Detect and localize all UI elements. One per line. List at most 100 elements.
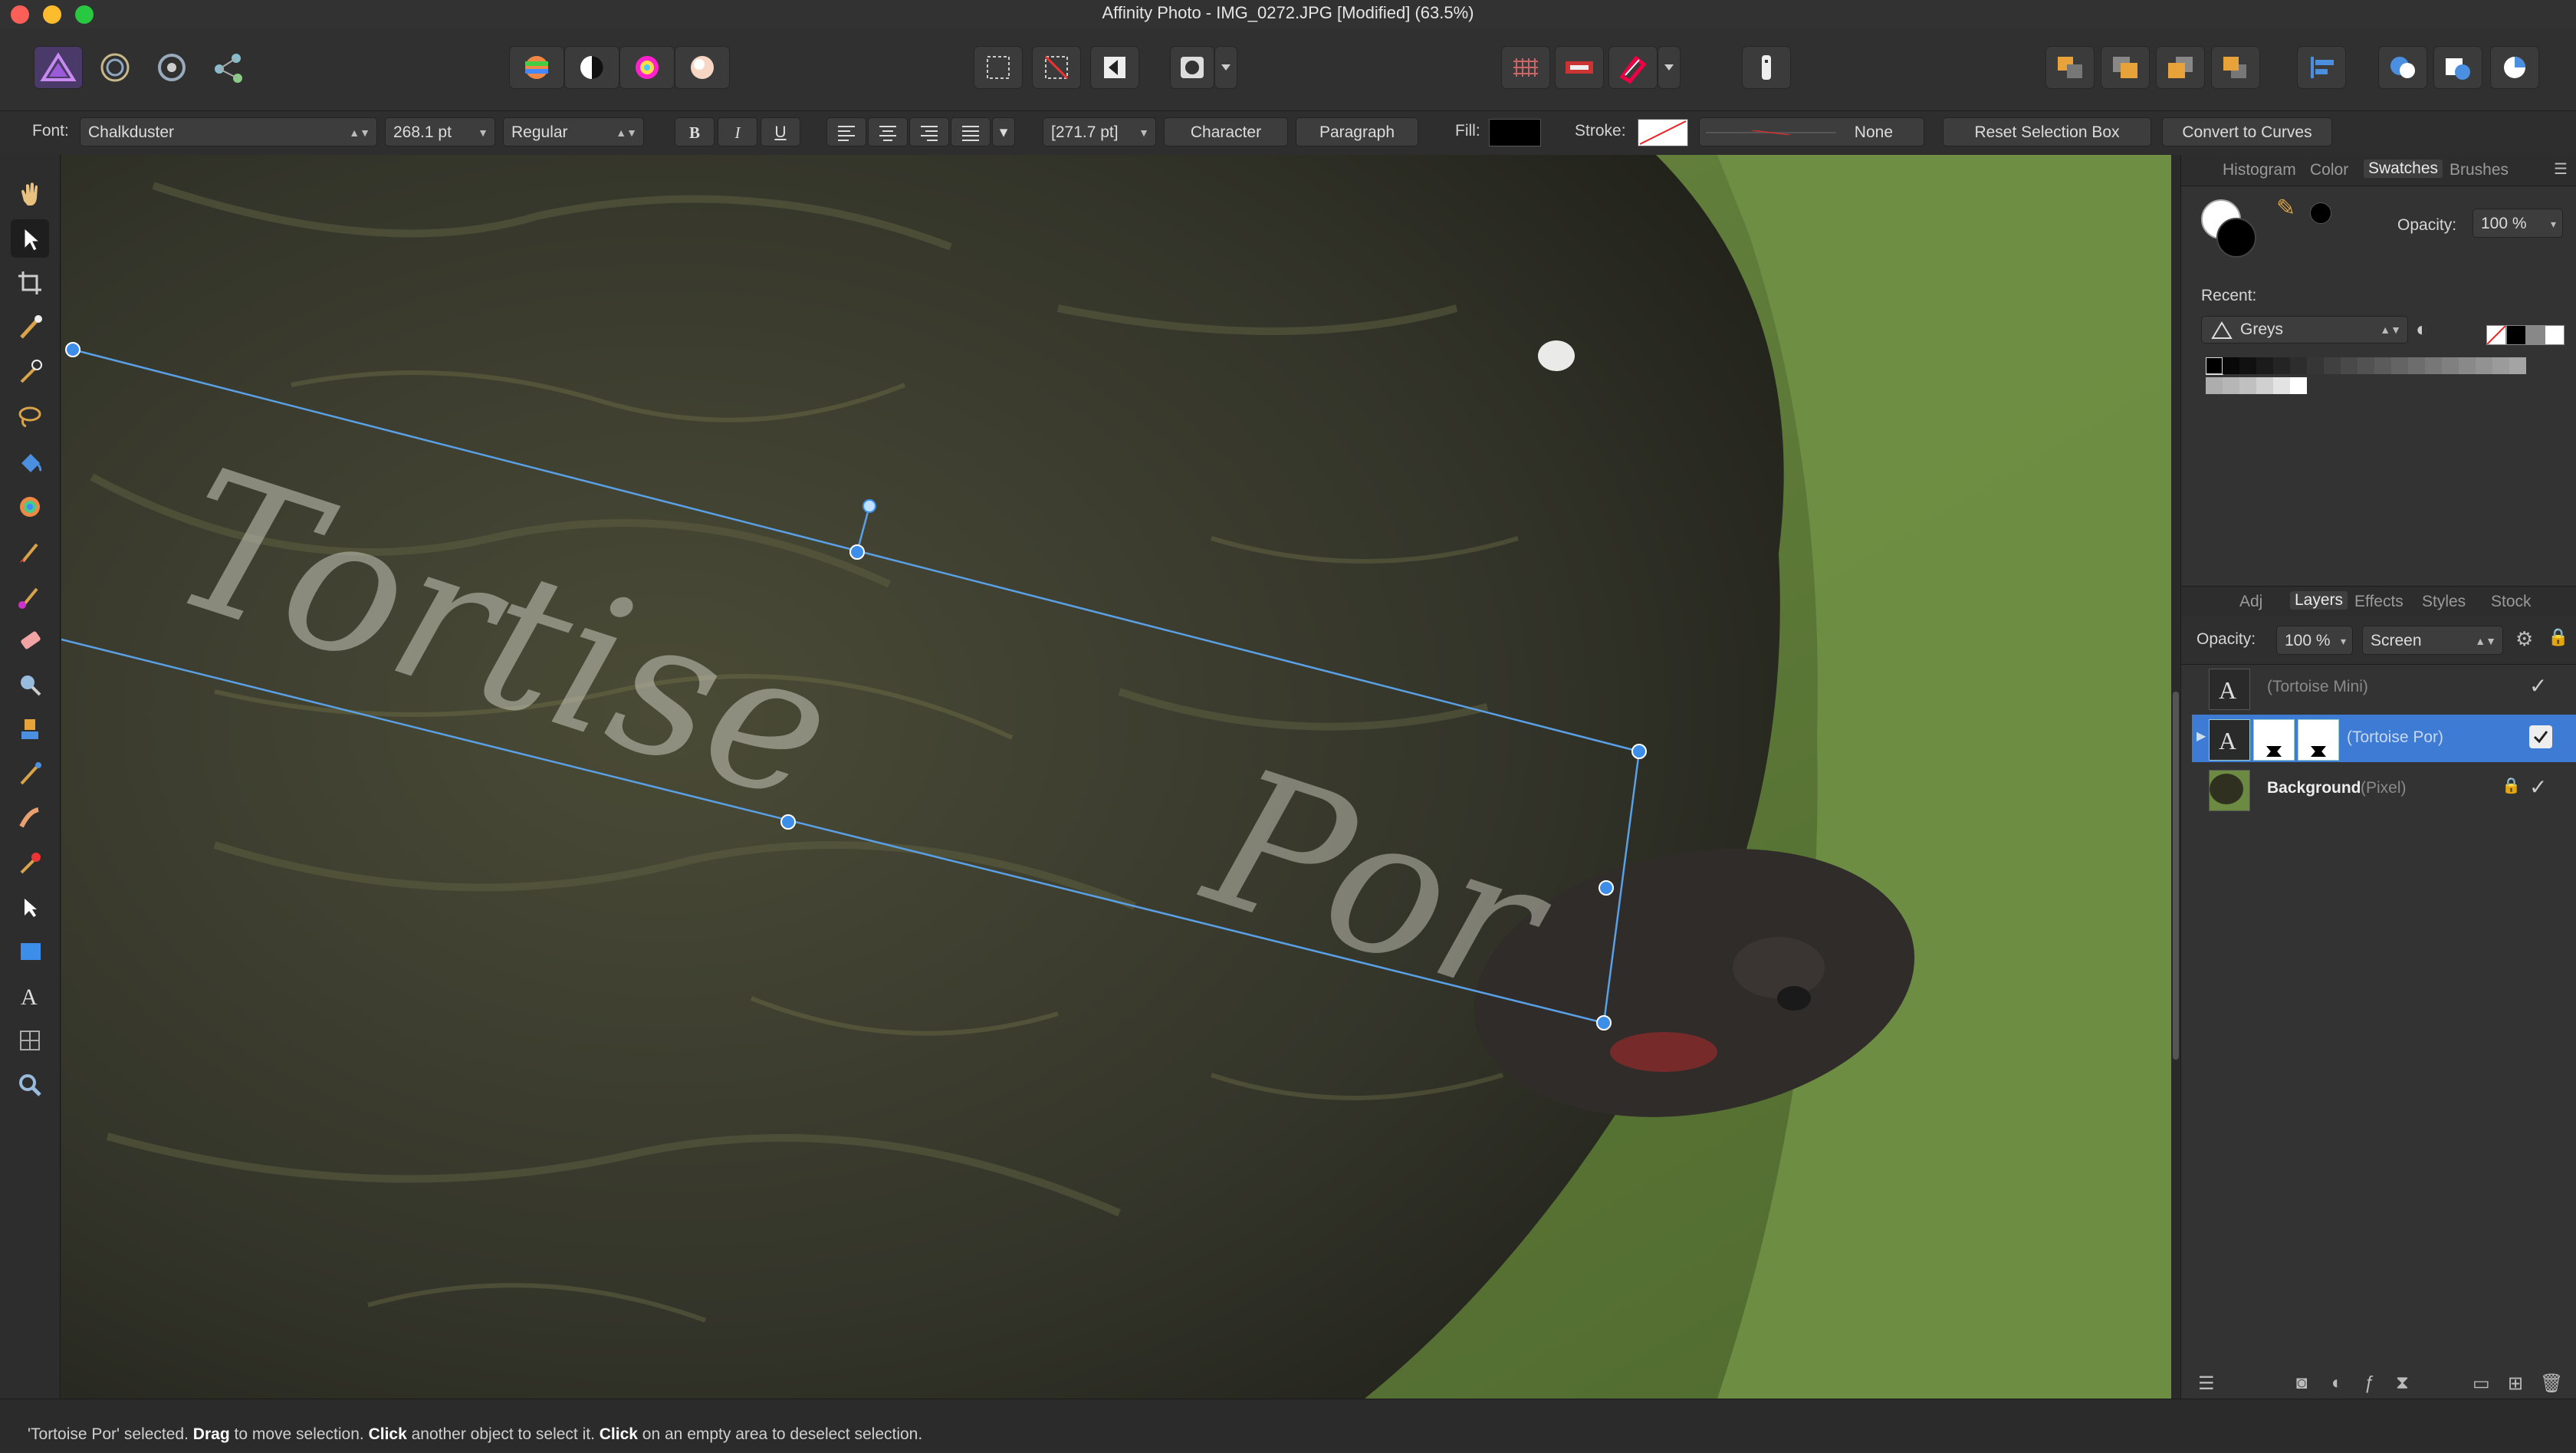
recent-swatch-none[interactable] xyxy=(2486,325,2506,345)
intersect-icon[interactable] xyxy=(2490,46,2539,89)
font-size-field[interactable]: 268.1 pt ▼ xyxy=(385,117,495,146)
picked-color-swatch[interactable] xyxy=(2310,202,2331,224)
selection-handle[interactable] xyxy=(1598,880,1614,896)
leading-field[interactable]: [271.7 pt] ▼ xyxy=(1043,117,1156,146)
grid-icon[interactable] xyxy=(1501,46,1550,89)
auto-white-balance-icon[interactable] xyxy=(675,46,730,89)
view-tool-icon[interactable] xyxy=(11,175,49,213)
move-tool-icon[interactable] xyxy=(11,219,49,258)
recent-swatch-grey[interactable] xyxy=(2526,325,2546,345)
vertical-scroll-thumb[interactable] xyxy=(2173,692,2179,1060)
mask-dropdown-icon[interactable] xyxy=(1214,46,1237,89)
blend-mode-select[interactable]: Screen ▲▼ xyxy=(2362,626,2503,655)
palette-select[interactable]: Greys ▲▼ xyxy=(2201,316,2408,344)
stroke-swatch[interactable] xyxy=(1638,119,1688,146)
underline-button[interactable]: U xyxy=(761,117,800,146)
layers-stack-icon[interactable]: ☰ xyxy=(2198,1372,2215,1395)
lock-icon[interactable]: 🔒 xyxy=(2548,627,2568,647)
auto-contrast-icon[interactable] xyxy=(564,46,619,89)
flood-select-icon[interactable] xyxy=(11,353,49,391)
rectangle-tool-icon[interactable] xyxy=(11,932,49,971)
vertical-scrollbar[interactable] xyxy=(2171,155,2180,1399)
add-icon[interactable] xyxy=(2378,46,2427,89)
selection-handle[interactable] xyxy=(1631,744,1647,759)
selection-box[interactable] xyxy=(61,155,2171,1399)
paint-brush-icon[interactable] xyxy=(11,532,49,570)
convert-to-curves-button[interactable]: Convert to Curves xyxy=(2162,117,2332,146)
auto-colors-icon[interactable] xyxy=(619,46,675,89)
invert-selection-icon[interactable] xyxy=(1090,46,1139,89)
tab-effects[interactable]: Effects xyxy=(2354,593,2404,611)
justify-button[interactable] xyxy=(951,117,991,146)
info-icon[interactable] xyxy=(1742,46,1791,89)
selection-brush-icon[interactable] xyxy=(11,308,49,347)
fill-swatch[interactable] xyxy=(1489,119,1541,146)
palette-options-icon[interactable]: ◐ xyxy=(2416,317,2428,341)
deselect-icon[interactable] xyxy=(1032,46,1081,89)
delete-layer-icon[interactable]: 🗑 xyxy=(2540,1372,2563,1395)
smudge-brush-icon[interactable] xyxy=(11,799,49,837)
selection-handle[interactable] xyxy=(780,814,796,830)
grey-swatch-grid[interactable] xyxy=(2206,357,2551,399)
selection-handle[interactable] xyxy=(849,544,865,560)
move-to-back-icon[interactable] xyxy=(2045,46,2095,89)
expand-arrow-icon[interactable]: ▶ xyxy=(2196,728,2206,744)
dodge-brush-icon[interactable] xyxy=(11,666,49,704)
rotation-handle[interactable] xyxy=(863,499,876,513)
live-filter-icon[interactable]: ⧗ xyxy=(2396,1372,2409,1394)
tab-color[interactable]: Color xyxy=(2310,161,2348,179)
align-left-button[interactable] xyxy=(826,117,866,146)
red-eye-icon[interactable] xyxy=(11,843,49,882)
alignment-dropdown-icon[interactable]: ▾ xyxy=(992,117,1015,146)
layer-visibility-checkbox[interactable] xyxy=(2529,725,2552,748)
recent-swatch-black[interactable] xyxy=(2506,325,2526,345)
export-persona-icon[interactable] xyxy=(204,46,253,89)
bold-button[interactable]: B xyxy=(675,117,715,146)
photo-persona-icon[interactable] xyxy=(34,46,83,89)
layer-opacity-field[interactable]: 100 % ▾ xyxy=(2276,626,2353,655)
recent-swatch-white[interactable] xyxy=(2545,325,2564,345)
gear-icon[interactable]: ⚙ xyxy=(2515,627,2533,651)
move-to-front-icon[interactable] xyxy=(2211,46,2260,89)
align-right-button[interactable] xyxy=(909,117,949,146)
paragraph-button[interactable]: Paragraph xyxy=(1296,117,1418,146)
clone-brush-icon[interactable] xyxy=(11,710,49,748)
tab-stock[interactable]: Stock xyxy=(2491,593,2532,611)
tab-adj[interactable]: Adj xyxy=(2239,593,2262,611)
freehand-select-icon[interactable] xyxy=(11,397,49,436)
swatches-opacity-field[interactable]: 100 % ▾ xyxy=(2472,209,2563,238)
erase-brush-icon[interactable] xyxy=(11,621,49,659)
assistant-icon[interactable] xyxy=(1555,46,1604,89)
align-center-button[interactable] xyxy=(868,117,908,146)
stroke-width-slider[interactable]: None xyxy=(1699,117,1924,146)
fill-stroke-selector[interactable] xyxy=(2201,199,2262,261)
italic-button[interactable]: I xyxy=(718,117,757,146)
move-back-icon[interactable] xyxy=(2101,46,2150,89)
tab-layers[interactable]: Layers xyxy=(2290,591,2348,610)
fx-icon[interactable]: ƒ xyxy=(2364,1372,2374,1394)
mask-layer-icon[interactable]: ◙ xyxy=(2296,1372,2308,1394)
marquee-select-icon[interactable] xyxy=(974,46,1023,89)
layer-lock-icon[interactable]: 🔒 xyxy=(2502,776,2521,795)
snapping-icon[interactable] xyxy=(1608,46,1658,89)
flood-fill-icon[interactable] xyxy=(11,443,49,482)
layer-visibility-check[interactable]: ✓ xyxy=(2529,774,2547,800)
tab-histogram[interactable]: Histogram xyxy=(2223,161,2296,179)
adjustment-layer-icon[interactable]: ◐ xyxy=(2331,1372,2343,1394)
node-tool-icon[interactable] xyxy=(11,888,49,926)
font-family-select[interactable]: Chalkduster ▲▼ xyxy=(80,117,377,146)
snapping-dropdown-icon[interactable] xyxy=(1658,46,1681,89)
document-canvas[interactable]: Tortise Por xyxy=(61,155,2171,1399)
quick-mask-icon[interactable] xyxy=(1170,46,1214,89)
liquify-persona-icon[interactable] xyxy=(90,46,140,89)
group-folder-icon[interactable]: ▭ xyxy=(2472,1372,2490,1395)
zoom-tool-icon[interactable] xyxy=(11,1066,49,1104)
mesh-warp-icon[interactable] xyxy=(11,1021,49,1060)
font-style-select[interactable]: Regular ▲▼ xyxy=(503,117,644,146)
develop-persona-icon[interactable] xyxy=(147,46,196,89)
move-forward-icon[interactable] xyxy=(2156,46,2205,89)
color-picker-icon[interactable]: ✎ xyxy=(2276,195,2295,222)
subtract-icon[interactable] xyxy=(2433,46,2482,89)
auto-levels-icon[interactable] xyxy=(509,46,564,89)
crop-tool-icon[interactable] xyxy=(11,264,49,302)
